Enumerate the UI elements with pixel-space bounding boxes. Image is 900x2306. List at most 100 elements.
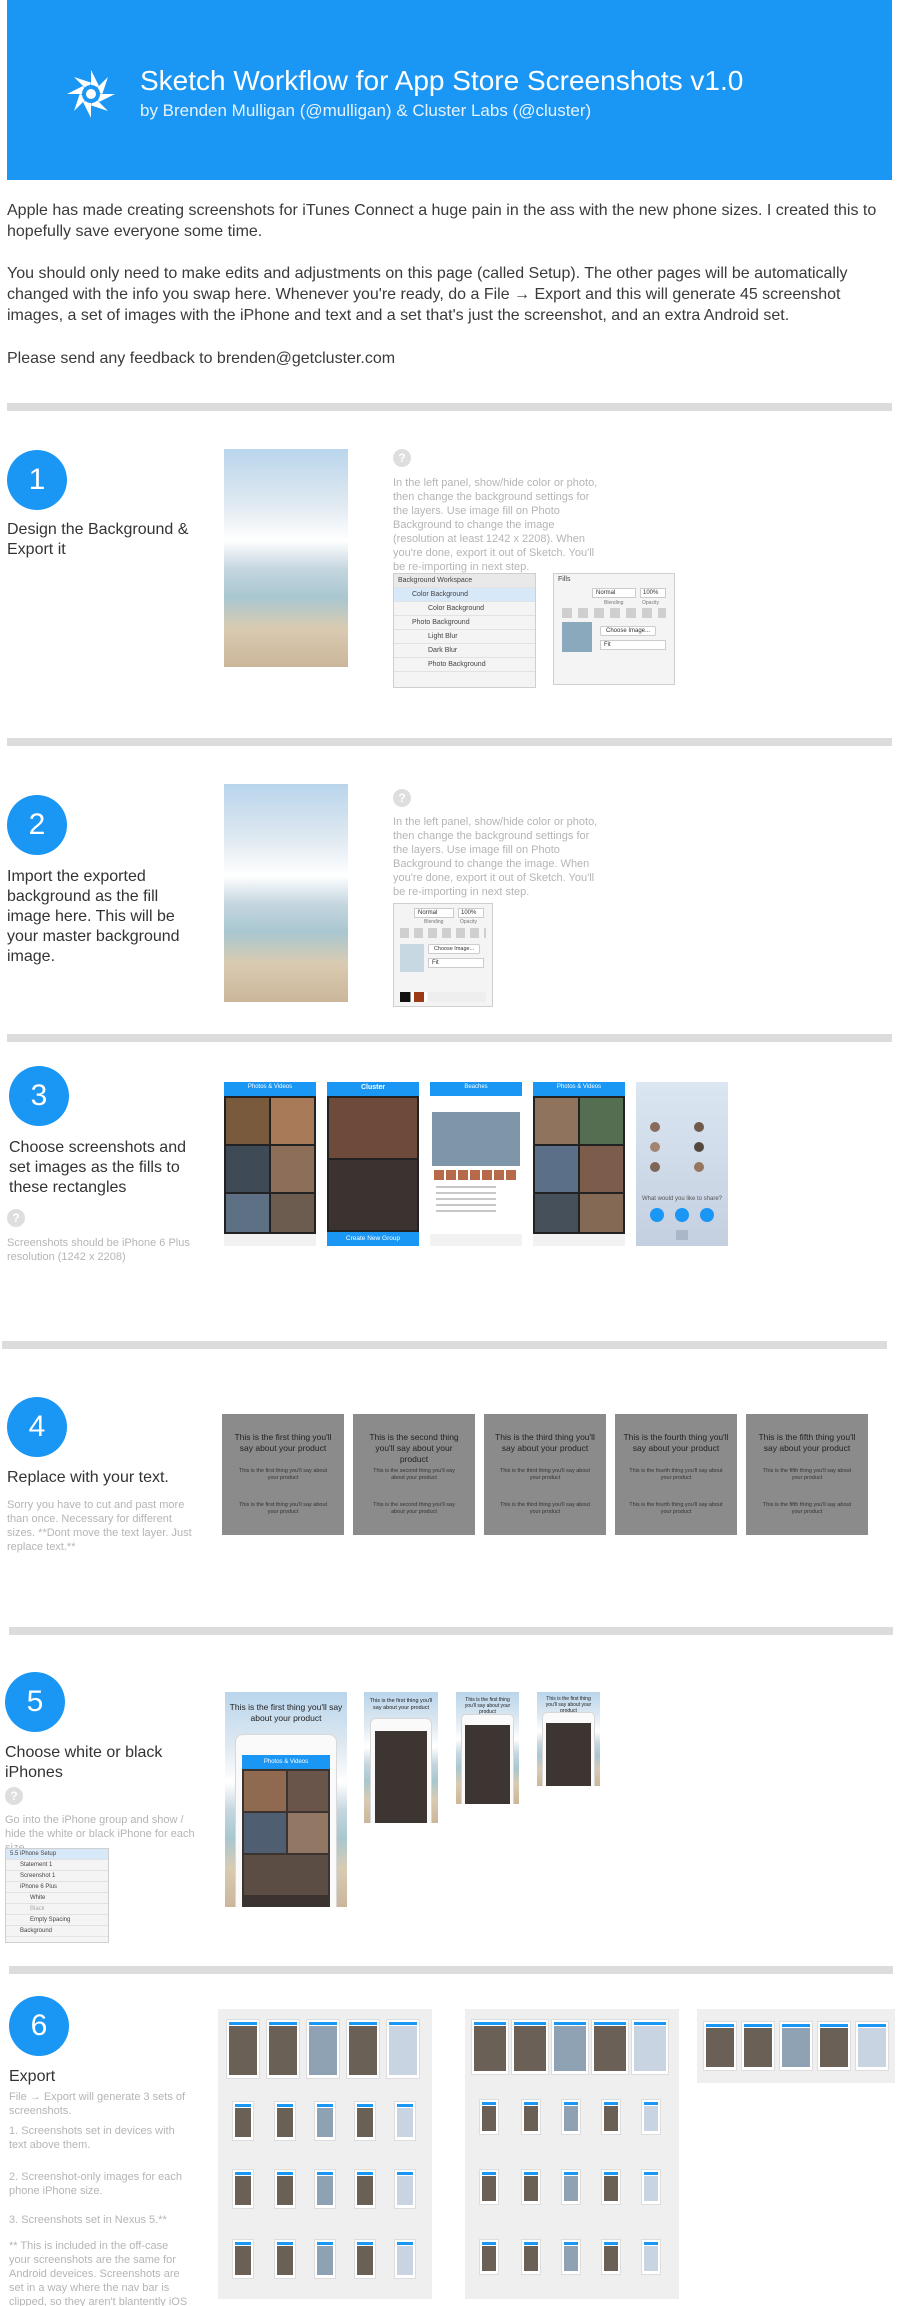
iphone-layers-panel: 5.5 iPhone Setup Statement 1 Screenshot … xyxy=(5,1848,109,1943)
layer-row[interactable]: Empty Spacing xyxy=(6,1915,108,1926)
help-icon: ? xyxy=(7,1209,25,1227)
export-thumb xyxy=(266,2019,300,2079)
step-number-badge: 3 xyxy=(9,1066,69,1126)
photo-tile xyxy=(329,1160,417,1230)
step-title: Replace with your text. xyxy=(7,1469,169,1486)
step-title: Design the Background & Export it xyxy=(7,521,189,558)
layers-panel: Background Workspace Color Background Co… xyxy=(393,573,536,688)
close-icon[interactable] xyxy=(676,1230,688,1240)
layer-row[interactable]: Photo Background xyxy=(394,658,535,672)
export-thumb xyxy=(394,2239,416,2279)
screenshot-rect[interactable]: Photos & Videos xyxy=(224,1082,316,1246)
text-card[interactable]: This is the first thing you'll say about… xyxy=(222,1414,344,1535)
layer-row[interactable]: iPhone 6 Plus xyxy=(6,1882,108,1893)
screenshot-rect[interactable]: Photos & Videos xyxy=(533,1082,625,1246)
layer-row[interactable]: Color Background xyxy=(394,602,535,616)
device-headline: This is the first thing you'll say about… xyxy=(464,1697,511,1715)
fit-select[interactable]: Fit xyxy=(600,640,666,650)
choose-image-button[interactable]: Choose Image... xyxy=(428,944,480,954)
export-thumb xyxy=(314,2169,336,2209)
export-thumb xyxy=(314,2101,336,2141)
export-thumb xyxy=(232,2101,254,2141)
export-thumb xyxy=(354,2239,376,2279)
photo-tile xyxy=(226,1194,269,1232)
intro-paragraph-1: Apple has made creating screenshots for … xyxy=(7,202,877,240)
opacity-field[interactable]: 100% xyxy=(458,908,484,918)
export-thumb xyxy=(226,2019,260,2079)
export-thumb xyxy=(394,2101,416,2141)
create-group-button[interactable]: Create New Group xyxy=(327,1232,419,1246)
layer-row[interactable]: Dark Blur xyxy=(394,644,535,658)
card-footnote: This is the first thing you'll say about… xyxy=(238,1502,328,1515)
layer-row[interactable]: Screenshot 1 xyxy=(6,1871,108,1882)
device-preview-medium[interactable]: This is the first thing you'll say about… xyxy=(364,1692,438,1823)
card-footnote: This is the third thing you'll say about… xyxy=(499,1502,590,1515)
intro-paragraph-2: You should only need to make edits and a… xyxy=(7,265,848,324)
fill-type-toolbar[interactable] xyxy=(562,608,666,618)
export-thumb xyxy=(314,2239,336,2279)
video-share-button[interactable] xyxy=(675,1208,689,1222)
export-help-line: 1. Screenshots set in devices with text … xyxy=(9,2125,175,2151)
iphone-white xyxy=(461,1714,514,1804)
section-divider xyxy=(7,1034,892,1042)
fill-type-toolbar[interactable] xyxy=(400,928,486,938)
export-thumb xyxy=(741,2021,775,2071)
layer-row[interactable]: 5.5 iPhone Setup xyxy=(6,1849,108,1860)
text-card[interactable]: This is the second thing you'll say abou… xyxy=(353,1414,475,1535)
layer-row[interactable]: Background xyxy=(6,1926,108,1937)
avatar xyxy=(694,1122,704,1132)
text-card[interactable]: This is the fourth thing you'll say abou… xyxy=(615,1414,737,1535)
opacity-label: Opacity xyxy=(460,919,477,925)
layer-row[interactable]: Photo Background xyxy=(394,616,535,630)
color-swatches[interactable] xyxy=(400,992,486,1002)
intro-paragraph-3: Please send any feedback to brenden@getc… xyxy=(7,350,396,367)
comment-lines xyxy=(436,1186,496,1216)
layer-row[interactable]: Color Background xyxy=(394,588,535,602)
opacity-field[interactable]: 100% xyxy=(640,588,666,598)
photo-tile xyxy=(244,1813,286,1853)
avatar xyxy=(694,1142,704,1152)
screenshot-rect[interactable]: Cluster Create New Group xyxy=(327,1082,419,1246)
step-title: Choose white or black iPhones xyxy=(5,1744,163,1781)
screenshot-rect[interactable]: Beaches xyxy=(430,1082,522,1246)
device-preview-small[interactable]: This is the first thing you'll say about… xyxy=(456,1692,519,1804)
screenshot-rect[interactable]: What would you like to share? xyxy=(636,1082,728,1246)
device-screen xyxy=(465,1725,510,1804)
avatar-row xyxy=(434,1170,518,1180)
card-headline: This is the fifth thing you'll say about… xyxy=(758,1432,856,1453)
device-preview-smallest[interactable]: This is the first thing you'll say about… xyxy=(537,1692,600,1786)
export-thumb xyxy=(551,2019,589,2075)
photo-share-button[interactable] xyxy=(650,1208,664,1222)
choose-image-button[interactable]: Choose Image... xyxy=(600,626,656,636)
blend-mode-select[interactable]: Normal xyxy=(592,588,636,598)
layer-row[interactable]: Black xyxy=(6,1904,108,1915)
fit-select[interactable]: Fit xyxy=(428,958,484,968)
layer-row[interactable]: White xyxy=(6,1893,108,1904)
export-thumb xyxy=(561,2099,581,2135)
step-number-badge: 5 xyxy=(5,1672,65,1732)
tab-bar[interactable] xyxy=(224,1234,316,1246)
export-help-line: 3. Screenshots set in Nexus 5.** xyxy=(9,2214,167,2226)
text-card[interactable]: This is the third thing you'll say about… xyxy=(484,1414,606,1535)
layer-row[interactable]: Light Blur xyxy=(394,630,535,644)
layer-row[interactable]: Background Workspace xyxy=(394,574,535,588)
section-divider xyxy=(9,1627,893,1635)
avatar xyxy=(650,1162,660,1172)
page-subtitle: by Brenden Mulligan (@mulligan) & Cluste… xyxy=(140,101,592,120)
device-screen xyxy=(546,1723,591,1786)
card-footnote: This is the fourth thing you'll say abou… xyxy=(629,1502,723,1515)
screen-header-title: Photos & Videos xyxy=(556,1084,602,1090)
layer-row[interactable]: Statement 1 xyxy=(6,1860,108,1871)
export-thumb xyxy=(521,2239,541,2275)
export-thumb xyxy=(521,2169,541,2205)
tab-bar[interactable] xyxy=(430,1234,522,1246)
blend-mode-select[interactable]: Normal xyxy=(414,908,454,918)
tab-bar[interactable] xyxy=(533,1234,625,1246)
text-share-button[interactable] xyxy=(700,1208,714,1222)
step-title: Import the exported background as the fi… xyxy=(7,868,180,965)
export-thumb xyxy=(641,2239,661,2275)
step-number-badge: 6 xyxy=(9,1996,69,2056)
text-card[interactable]: This is the fifth thing you'll say about… xyxy=(746,1414,868,1535)
background-photo xyxy=(224,784,348,1002)
device-preview-large[interactable]: This is the first thing you'll say about… xyxy=(225,1692,347,1907)
